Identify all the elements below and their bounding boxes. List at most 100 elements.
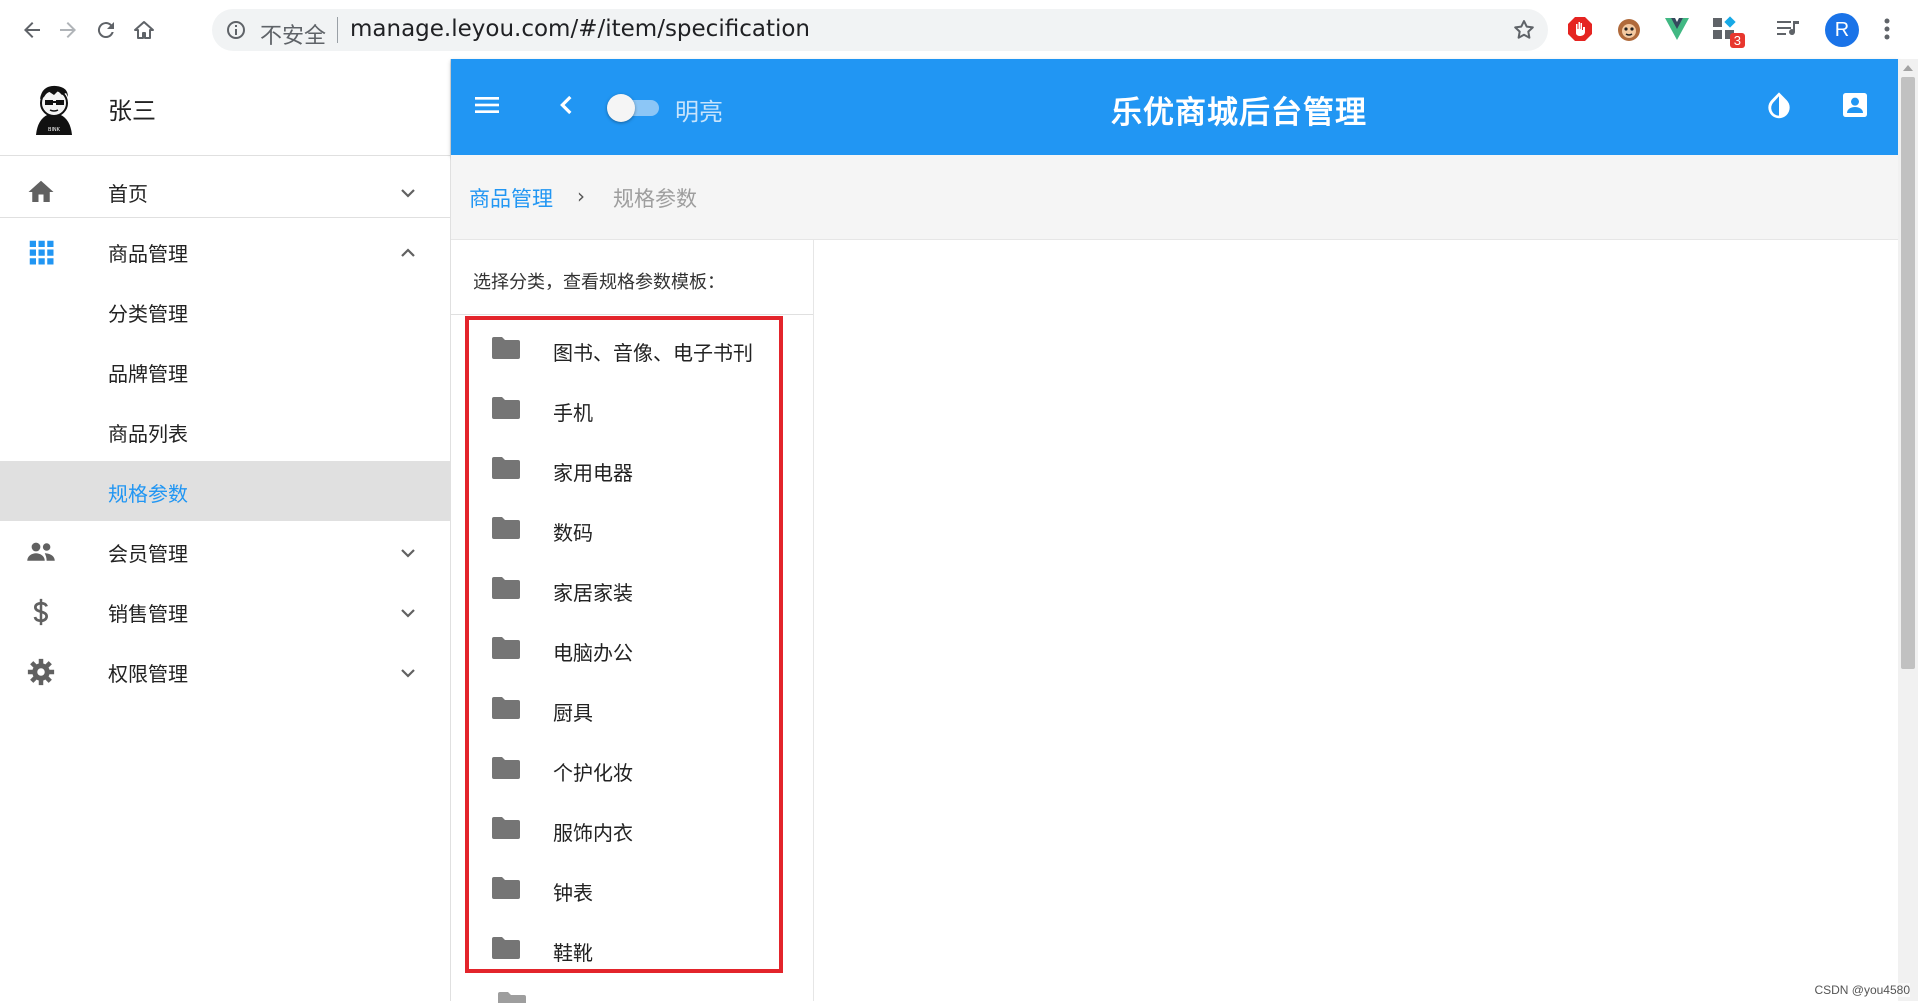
user-name: 张三: [108, 97, 156, 125]
folder-icon: [491, 876, 521, 900]
folder-icon: [491, 336, 521, 360]
bookmark-star-icon[interactable]: [1512, 18, 1536, 42]
account-box-icon[interactable]: [1839, 89, 1871, 121]
sidebar-item-members[interactable]: 会员管理: [0, 521, 450, 581]
folder-icon: [491, 816, 521, 840]
sidebar: BINK 张三 首页 商品管理 分类管理 品牌管理 商品列表 规格参数 会员管理…: [0, 59, 451, 1001]
chevron-down-icon: [396, 541, 420, 565]
people-icon: [26, 537, 56, 567]
back-arrow-icon[interactable]: [16, 14, 48, 46]
sidebar-item-permissions[interactable]: 权限管理: [0, 641, 450, 701]
chevron-down-icon: [396, 661, 420, 685]
folder-icon[interactable]: [497, 991, 527, 1003]
url-text[interactable]: manage.leyou.com/#/item/specification: [350, 16, 810, 42]
tree-node[interactable]: 图书、音像、电子书刊: [491, 330, 791, 370]
sidebar-subitem-brand[interactable]: 品牌管理: [0, 341, 450, 401]
sidebar-subitem-label: 规格参数: [108, 482, 188, 506]
watermark: CSDN @you4580: [1814, 983, 1910, 997]
tree-node[interactable]: 个护化妆: [491, 750, 791, 790]
media-control-icon[interactable]: [1772, 12, 1806, 46]
tree-node[interactable]: 服饰内衣: [491, 810, 791, 850]
sidebar-subitem-category[interactable]: 分类管理: [0, 281, 450, 341]
folder-icon: [491, 636, 521, 660]
tree-node[interactable]: 家居家装: [491, 570, 791, 610]
theme-toggle[interactable]: [607, 92, 661, 122]
sidebar-subitem-label: 品牌管理: [108, 362, 188, 386]
adblock-extension-icon[interactable]: [1563, 12, 1597, 46]
forward-arrow-icon[interactable]: [52, 14, 84, 46]
sidebar-item-label: 商品管理: [108, 242, 188, 266]
svg-text:BINK: BINK: [48, 127, 61, 133]
breadcrumb-separator: ›: [577, 184, 585, 208]
tree-node-label: 图书、音像、电子书刊: [553, 341, 753, 365]
sidebar-item-label: 会员管理: [108, 542, 188, 566]
theme-toggle-label: 明亮: [675, 98, 723, 126]
scrollbar-thumb[interactable]: [1901, 77, 1915, 669]
tree-node-label: 手机: [553, 401, 593, 425]
chevron-up-icon: [396, 241, 420, 265]
tree-node[interactable]: 厨具: [491, 690, 791, 730]
sidebar-subitem-label: 分类管理: [108, 302, 188, 326]
folder-icon: [491, 936, 521, 960]
tree-node-label: 数码: [553, 521, 593, 545]
tree-node-label: 鞋靴: [553, 941, 593, 965]
invert-colors-icon[interactable]: [1763, 89, 1795, 121]
chevron-down-icon: [396, 181, 420, 205]
divider: [451, 314, 813, 315]
profile-avatar[interactable]: R: [1825, 13, 1859, 47]
sidebar-item-home[interactable]: 首页: [0, 161, 450, 221]
security-label: 不安全: [260, 24, 327, 49]
chevron-down-icon: [396, 601, 420, 625]
address-bar[interactable]: 不安全 manage.leyou.com/#/item/specificatio…: [212, 9, 1548, 51]
tree-node[interactable]: 钟表: [491, 870, 791, 910]
category-tree-panel: 选择分类，查看规格参数模板： 图书、音像、电子书刊 手机 家用电器 数码 家居家…: [451, 240, 814, 1003]
tree-node-label: 个护化妆: [553, 761, 633, 785]
sidebar-item-label: 权限管理: [108, 662, 188, 686]
extensions-puzzle-icon[interactable]: 3: [1707, 12, 1745, 48]
browser-toolbar: 不安全 manage.leyou.com/#/item/specificatio…: [0, 0, 1918, 60]
sidebar-subitem-product-list[interactable]: 商品列表: [0, 401, 450, 461]
sidebar-item-sales[interactable]: 销售管理: [0, 581, 450, 641]
folder-icon: [491, 516, 521, 540]
divider: [337, 17, 338, 43]
folder-icon: [491, 576, 521, 600]
sidebar-item-label: 销售管理: [108, 602, 188, 626]
sidebar-subitem-specification[interactable]: 规格参数: [0, 461, 450, 521]
tree-node[interactable]: 家用电器: [491, 450, 791, 490]
tree-node[interactable]: 鞋靴: [491, 930, 791, 970]
tampermonkey-extension-icon[interactable]: [1612, 12, 1646, 46]
info-icon[interactable]: [226, 20, 246, 40]
gear-icon: [26, 657, 56, 687]
vue-devtools-icon[interactable]: [1660, 12, 1694, 46]
tree-node-label: 钟表: [553, 881, 593, 905]
tree-node-label: 家用电器: [553, 461, 633, 485]
apps-grid-icon: [26, 237, 56, 267]
folder-icon: [491, 756, 521, 780]
scroll-up-arrow-icon[interactable]: [1903, 65, 1913, 71]
user-card: BINK 张三: [0, 59, 450, 156]
home-page-icon[interactable]: [128, 14, 160, 46]
chevron-left-icon[interactable]: [551, 89, 583, 121]
folder-icon: [491, 456, 521, 480]
tree-node[interactable]: 手机: [491, 390, 791, 430]
tree-node[interactable]: 电脑办公: [491, 630, 791, 670]
breadcrumb-link-products[interactable]: 商品管理: [469, 183, 553, 213]
app-title: 乐优商城后台管理: [1111, 95, 1367, 131]
menu-icon[interactable]: [471, 89, 503, 121]
tree-node-label: 厨具: [553, 701, 593, 725]
tree-hint-text: 选择分类，查看规格参数模板：: [473, 272, 725, 293]
breadcrumb: 商品管理 › 规格参数: [451, 155, 1898, 240]
tree-node-label: 电脑办公: [553, 641, 633, 665]
avatar[interactable]: BINK: [26, 79, 82, 135]
sidebar-item-label: 首页: [108, 182, 148, 206]
tree-node-label: 服饰内衣: [553, 821, 633, 845]
browser-menu-icon[interactable]: [1870, 12, 1904, 46]
extension-badge: 3: [1729, 33, 1745, 48]
sidebar-item-products[interactable]: 商品管理: [0, 221, 450, 281]
page-scrollbar[interactable]: [1898, 59, 1918, 1001]
folder-icon: [491, 396, 521, 420]
tree-node[interactable]: 数码: [491, 510, 791, 550]
reload-icon[interactable]: [90, 14, 122, 46]
breadcrumb-current: 规格参数: [613, 187, 697, 211]
home-icon: [26, 177, 56, 207]
